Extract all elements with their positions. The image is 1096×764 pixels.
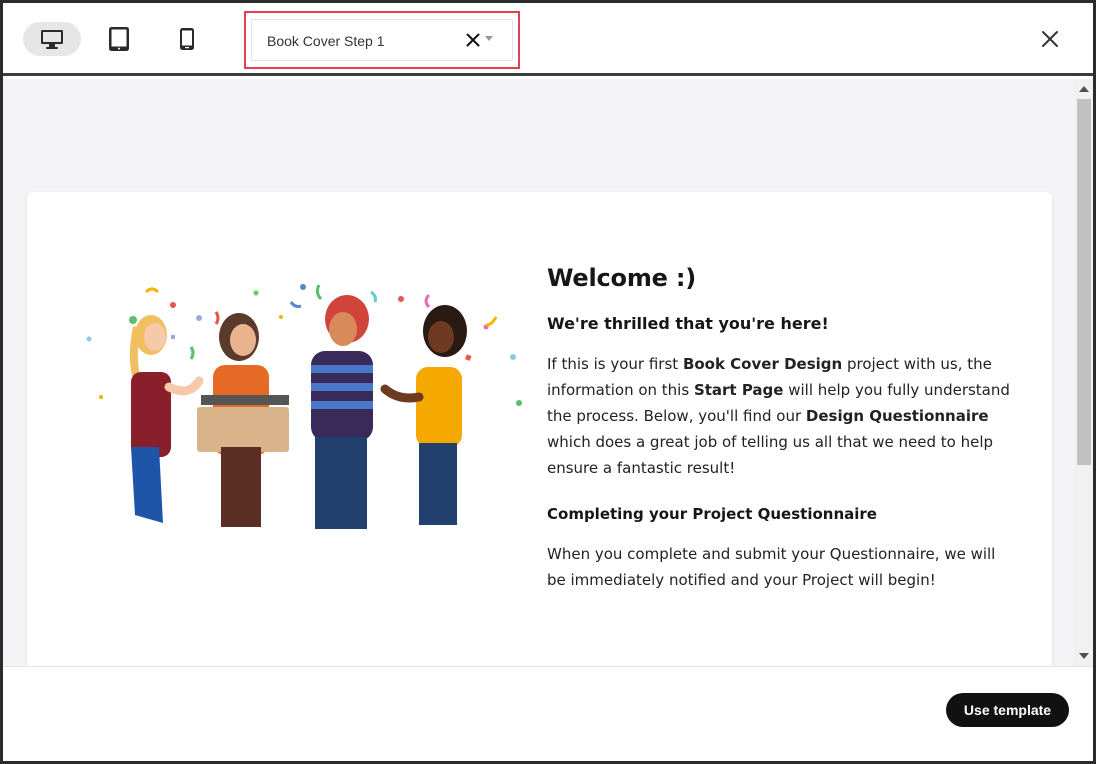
chevron-down-icon[interactable] bbox=[485, 36, 493, 41]
scroll-down-arrow-icon[interactable] bbox=[1079, 653, 1089, 659]
welcome-content: Welcome :) We're thrilled that you're he… bbox=[547, 264, 1017, 593]
desktop-view-button[interactable] bbox=[23, 22, 81, 56]
template-select[interactable]: Book Cover Step 1 bbox=[251, 19, 513, 61]
template-select-value: Book Cover Step 1 bbox=[267, 33, 385, 49]
person-2 bbox=[197, 313, 289, 527]
modal-footer: Use template bbox=[3, 666, 1093, 761]
person-3 bbox=[311, 295, 373, 529]
close-icon[interactable] bbox=[1039, 28, 1061, 50]
person-4 bbox=[380, 305, 467, 525]
preview-scrollbar[interactable] bbox=[1075, 79, 1093, 666]
welcome-card: Welcome :) We're thrilled that you're he… bbox=[27, 192, 1052, 666]
section-paragraph: When you complete and submit your Questi… bbox=[547, 545, 996, 589]
template-preview-modal: Book Cover Step 1 Welcome:) We're thril… bbox=[3, 3, 1093, 761]
template-preview-area: Welcome :) We're thrilled that you're he… bbox=[3, 79, 1075, 666]
intro-paragraph: If this is your first Book Cover Design … bbox=[547, 355, 1010, 477]
welcome-title: Welcome :) bbox=[547, 264, 697, 292]
scrollbar-thumb[interactable] bbox=[1077, 99, 1091, 465]
preview-toolbar: Book Cover Step 1 bbox=[3, 3, 1093, 76]
use-template-button[interactable]: Use template bbox=[946, 693, 1069, 727]
tablet-icon bbox=[109, 27, 129, 51]
mobile-view-button[interactable] bbox=[159, 22, 215, 56]
person-1 bbox=[129, 315, 204, 523]
tablet-view-button[interactable] bbox=[91, 22, 147, 56]
clear-icon[interactable] bbox=[464, 31, 482, 49]
section-heading: Completing your Project Questionnaire bbox=[547, 505, 877, 523]
mobile-icon bbox=[180, 28, 194, 50]
scroll-up-arrow-icon[interactable] bbox=[1079, 86, 1089, 92]
celebration-illustration bbox=[86, 284, 522, 529]
welcome-subheading: We're thrilled that you're here! bbox=[547, 314, 829, 333]
desktop-icon bbox=[41, 30, 63, 49]
